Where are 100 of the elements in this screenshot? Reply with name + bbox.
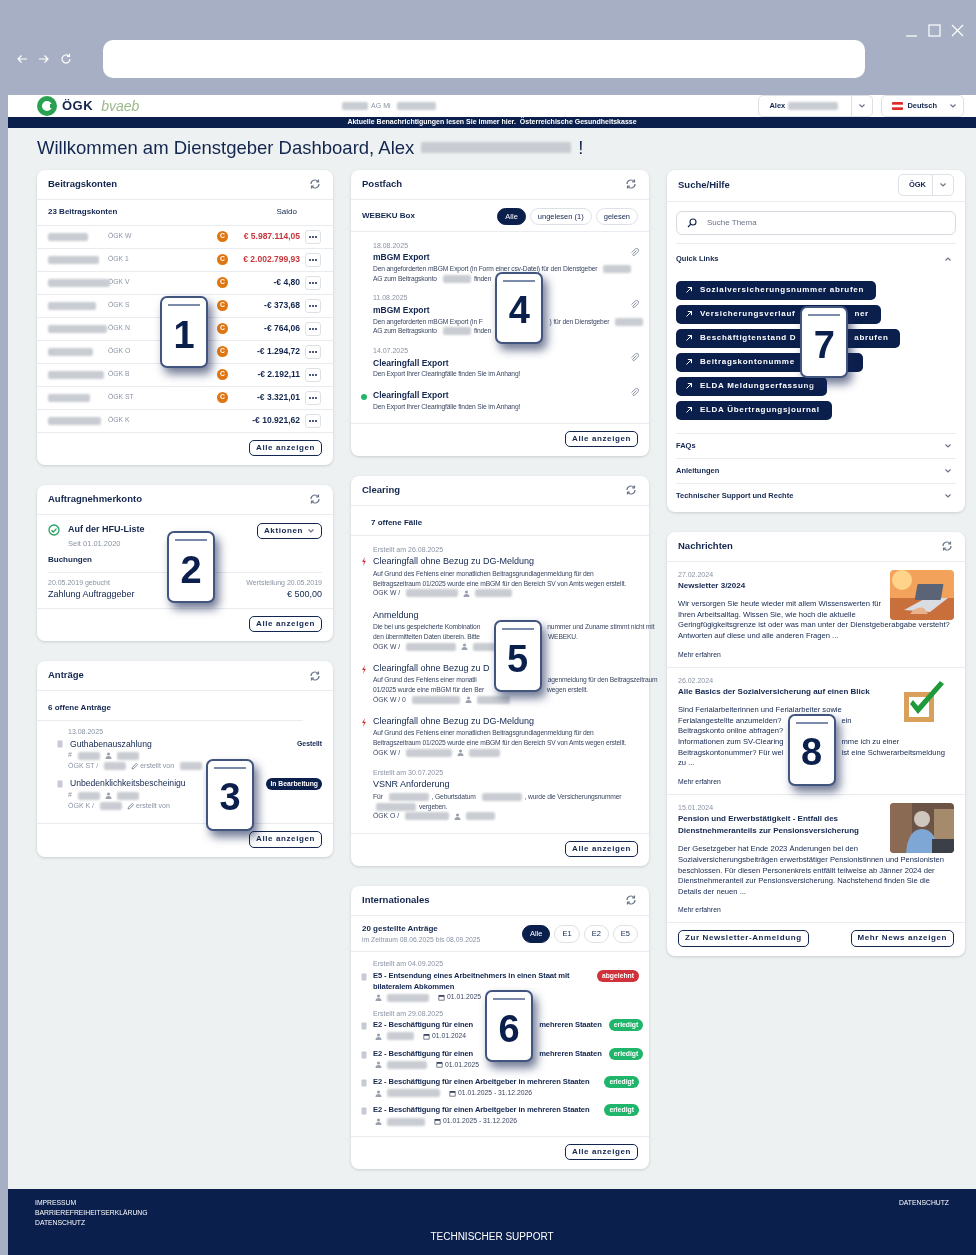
calendar-icon: [434, 1118, 441, 1126]
blurred-text: [603, 264, 632, 273]
number-callout: 4: [495, 271, 544, 344]
number-callout: 3: [206, 758, 255, 831]
balance-amount: -€ 2.192,11: [256, 368, 301, 381]
column-header: Saldo: [276, 206, 297, 218]
more-icon: [308, 326, 318, 331]
blurred-text: [116, 791, 139, 800]
blurred-text: [77, 791, 100, 800]
refresh-icon[interactable]: [308, 668, 322, 683]
blurred-text: [48, 232, 88, 241]
person-icon: [104, 792, 112, 800]
news-button[interactable]: Zur Newsletter-Anmeldung: [678, 930, 809, 947]
news-title: Pension und Erwerbstätigkeit - Entfall des Dienstnehmeranteils zur Pensionsversicherung: [678, 813, 860, 838]
blurred-text: [406, 642, 457, 651]
actions-button[interactable]: Aktionen: [256, 522, 322, 540]
more-button[interactable]: [305, 390, 321, 405]
more-button[interactable]: [305, 275, 321, 290]
show-all-button[interactable]: Alle anzeigen: [565, 840, 638, 857]
show-all-button[interactable]: Alle anzeigen: [565, 430, 638, 447]
more-button[interactable]: [305, 344, 321, 359]
more-icon: [308, 280, 318, 285]
request-title: Unbedenklichkeitsbescheinigu: [70, 777, 186, 791]
balance-amount: € 5.987.114,05: [242, 230, 301, 243]
mailbox-name: WEBEKU Box: [362, 210, 415, 223]
card-title: Clearing: [362, 483, 400, 498]
quick-link-button[interactable]: ELDA Übertragungsjournal: [676, 400, 832, 420]
chevron-down-icon: [939, 182, 947, 188]
chevron-down-icon: [949, 103, 957, 109]
person-icon: [375, 1089, 382, 1097]
blurred-text: [387, 1117, 425, 1126]
show-all-button[interactable]: Alle anzeigen: [249, 439, 322, 456]
flag-icon: [892, 102, 904, 110]
card-title: Postfach: [362, 176, 403, 191]
more-button[interactable]: [305, 229, 321, 244]
check-circle-icon: [48, 523, 60, 536]
news-title: Newsletter 3/2024: [678, 580, 747, 592]
booking-title: Zahlung Auftraggeber: [48, 588, 135, 602]
balance-amount: -€ 373,68: [263, 299, 301, 312]
more-button[interactable]: [305, 252, 321, 267]
more-button[interactable]: [305, 298, 321, 313]
refresh-icon[interactable]: [624, 483, 638, 498]
request-count: 6 offene Anträge: [48, 703, 111, 713]
pencil-icon: [127, 802, 135, 810]
blurred-text: [48, 393, 90, 402]
blurred-text: [48, 416, 101, 425]
calendar-icon: [423, 1032, 430, 1040]
document-icon: [361, 1022, 367, 1031]
logo-icon: [36, 95, 58, 117]
news-button[interactable]: Mehr News anzeigen: [850, 930, 954, 947]
document-icon: [361, 1050, 367, 1059]
blurred-text: [405, 812, 450, 821]
person-icon: [454, 813, 462, 820]
pencil-icon: [131, 762, 139, 770]
blurred-text: [788, 102, 839, 110]
person-icon: [375, 994, 382, 1002]
message-title: mBGM Export: [373, 303, 430, 317]
quick-link-button[interactable]: Sozialversicherungsnummer abrufen: [676, 280, 877, 300]
case-title: VSNR Anforderung: [373, 778, 450, 792]
person-icon: [375, 1061, 382, 1069]
message-title: mBGM Export: [373, 251, 430, 264]
person-icon: [464, 696, 472, 704]
blurred-text: [388, 792, 429, 801]
more-button[interactable]: [305, 413, 321, 428]
quick-link-button[interactable]: ELDA Meldungserfassung: [676, 376, 827, 396]
refresh-icon[interactable]: [624, 893, 638, 908]
blurred-text: [48, 255, 99, 264]
blurred-text: [342, 102, 369, 110]
document-icon: [57, 739, 63, 748]
refresh-icon[interactable]: [308, 492, 322, 507]
document-icon: [361, 1107, 367, 1116]
arrow-icon: [685, 286, 693, 294]
show-all-button[interactable]: Alle anzeigen: [565, 1143, 638, 1160]
more-button[interactable]: [305, 367, 321, 382]
person-icon: [461, 643, 469, 651]
number-callout: 1: [160, 296, 208, 368]
refresh-icon[interactable]: [624, 177, 638, 191]
show-all-button[interactable]: Alle anzeigen: [249, 615, 322, 633]
blurred-text: [387, 1089, 440, 1098]
refresh-icon[interactable]: [308, 177, 322, 191]
blurred-text: [406, 748, 453, 757]
logo-text: bvaeb: [101, 96, 140, 116]
case-title: Clearingfall ohne Bezug zu DG-Meldung: [373, 714, 535, 728]
calendar-icon: [449, 1089, 456, 1097]
blurred-text: [469, 748, 501, 757]
refresh-icon[interactable]: [940, 539, 954, 553]
section-heading: Buchungen: [48, 553, 93, 566]
status-label: Auf der HFU-Liste: [68, 522, 145, 536]
blurred-text: [48, 301, 96, 310]
case-title: Anmeldung: [373, 608, 419, 622]
message-title: Clearingfall Export: [373, 389, 449, 402]
document-icon: [57, 779, 63, 788]
balance-amount: -€ 3.321,01: [256, 391, 301, 404]
request-count: 20 gestellte Anträge: [362, 922, 439, 935]
blurred-text: [77, 751, 100, 760]
arrow-icon: [685, 382, 693, 390]
support-link[interactable]: TECHNISCHER SUPPORT: [430, 1228, 554, 1244]
more-button[interactable]: [305, 321, 321, 336]
show-all-button[interactable]: Alle anzeigen: [249, 831, 322, 848]
search-field[interactable]: Suche Thema: [676, 210, 956, 235]
